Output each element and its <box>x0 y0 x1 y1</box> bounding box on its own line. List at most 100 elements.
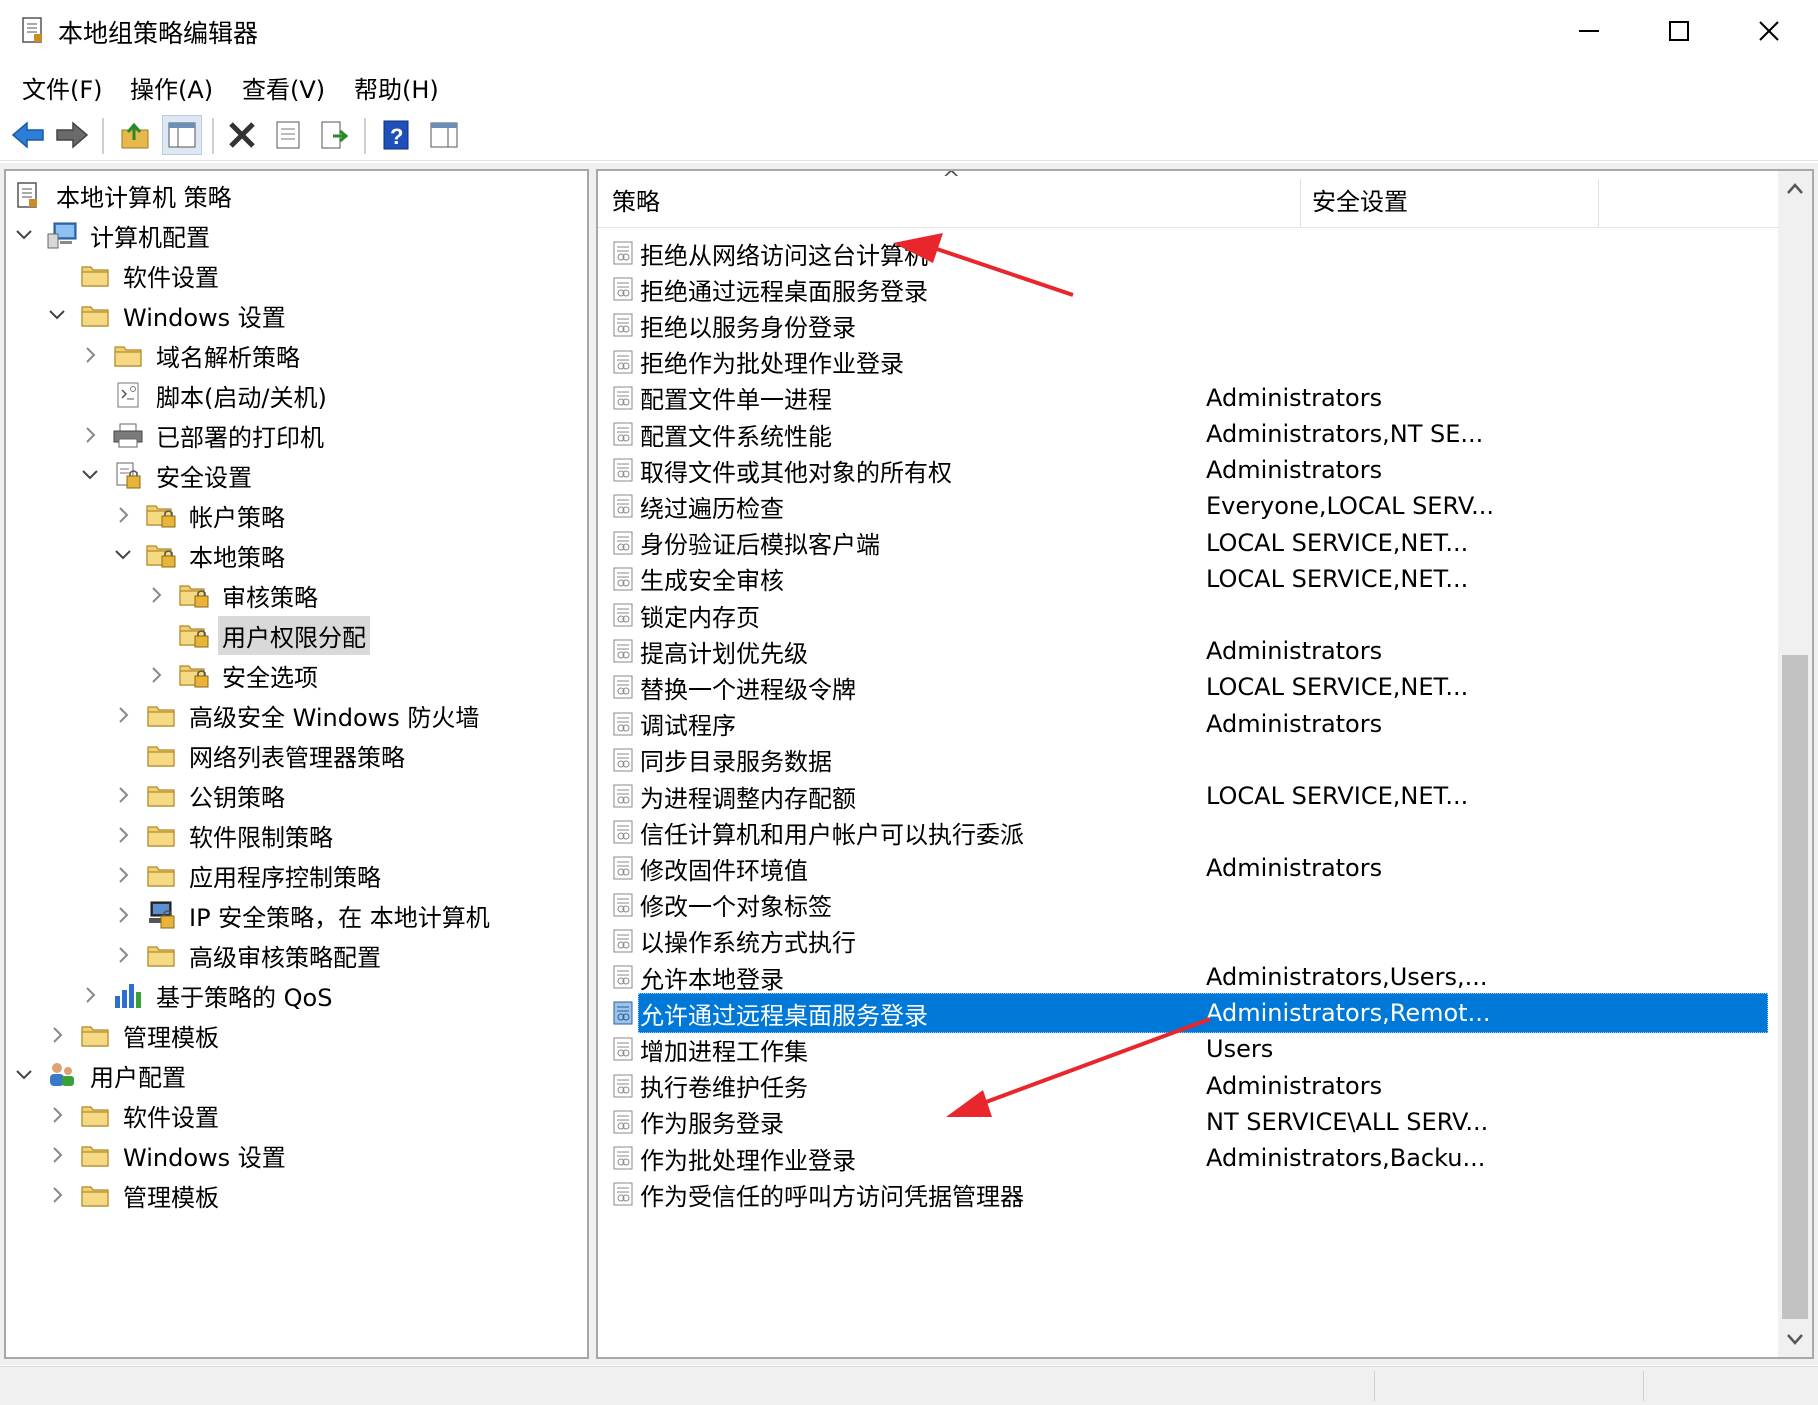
back-button[interactable] <box>8 115 48 155</box>
column-divider[interactable] <box>1300 179 1301 227</box>
policy-row[interactable]: 拒绝通过远程桌面服务登录 <box>606 269 1776 309</box>
tree-node[interactable]: 公钥策略 <box>111 775 289 815</box>
show-action-pane-button[interactable] <box>424 115 464 155</box>
collapsed-chevron-icon[interactable] <box>111 823 135 847</box>
policy-row[interactable]: 生成安全审核 LOCAL SERVICE,NET... <box>606 559 1776 599</box>
tree-node[interactable]: 管理模板 <box>45 1175 223 1215</box>
policy-row[interactable]: 取得文件或其他对象的所有权 Administrators <box>606 450 1776 490</box>
show-hide-console-tree-button[interactable] <box>162 115 202 155</box>
delete-button[interactable] <box>222 115 262 155</box>
column-divider[interactable] <box>1598 179 1599 227</box>
policy-row[interactable]: 作为服务登录 NT SERVICE\ALL SERV... <box>606 1102 1776 1142</box>
collapsed-chevron-icon[interactable] <box>45 1143 69 1167</box>
policy-row[interactable]: 调试程序 Administrators <box>606 704 1776 744</box>
collapsed-chevron-icon[interactable] <box>144 583 168 607</box>
collapsed-chevron-icon[interactable] <box>111 703 135 727</box>
tree-node[interactable]: 已部署的打印机 <box>78 415 328 455</box>
policy-row[interactable]: 允许本地登录 Administrators,Users,... <box>606 957 1776 997</box>
expanded-chevron-icon[interactable] <box>12 223 36 247</box>
tree-node[interactable]: 审核策略 <box>144 575 322 615</box>
tree-node[interactable]: 软件设置 <box>45 255 223 295</box>
scroll-up-icon[interactable] <box>1785 179 1805 199</box>
policy-list-pane[interactable]: 策略 ^ 安全设置 拒绝从网络访问这台计算机 拒绝通过远程桌面服务登录 拒绝以服务身… <box>596 169 1814 1359</box>
policy-row[interactable]: 以操作系统方式执行 <box>606 921 1776 961</box>
expanded-chevron-icon[interactable] <box>111 543 135 567</box>
policy-row[interactable]: 拒绝以服务身份登录 <box>606 305 1776 345</box>
help-button[interactable]: ? <box>376 115 416 155</box>
policy-row[interactable]: 配置文件系统性能 Administrators,NT SE... <box>606 414 1776 454</box>
expanded-chevron-icon[interactable] <box>45 303 69 327</box>
tree-node[interactable]: 软件限制策略 <box>111 815 337 855</box>
collapsed-chevron-icon[interactable] <box>45 1023 69 1047</box>
policy-row[interactable]: 提高计划优先级 Administrators <box>606 631 1776 671</box>
close-button[interactable] <box>1724 0 1814 62</box>
policy-row[interactable]: 作为批处理作业登录 Administrators,Backu... <box>606 1138 1776 1178</box>
collapsed-chevron-icon[interactable] <box>78 423 102 447</box>
scroll-thumb[interactable] <box>1782 655 1808 1319</box>
tree-node[interactable]: 软件设置 <box>45 1095 223 1135</box>
column-header-policy[interactable]: 策略 <box>612 171 660 227</box>
collapsed-chevron-icon[interactable] <box>111 503 135 527</box>
collapsed-chevron-icon[interactable] <box>144 663 168 687</box>
tree-node[interactable]: 脚本(启动/关机) <box>78 375 331 415</box>
collapsed-chevron-icon[interactable] <box>45 1183 69 1207</box>
up-one-level-button[interactable] <box>115 115 155 155</box>
collapsed-chevron-icon[interactable] <box>45 1103 69 1127</box>
properties-button[interactable] <box>268 115 308 155</box>
collapsed-chevron-icon[interactable] <box>111 943 135 967</box>
policy-row[interactable]: 身份验证后模拟客户端 LOCAL SERVICE,NET... <box>606 523 1776 563</box>
minimize-button[interactable] <box>1544 0 1634 62</box>
tree-node[interactable]: 帐户策略 <box>111 495 289 535</box>
policy-row[interactable]: 允许通过远程桌面服务登录 Administrators,Remot... <box>606 993 1776 1034</box>
tree-node[interactable]: 高级安全 Windows 防火墙 <box>111 695 483 735</box>
policy-row[interactable]: 绕过遍历检查 Everyone,LOCAL SERV... <box>606 486 1776 526</box>
expanded-chevron-icon[interactable] <box>12 1063 36 1087</box>
tree-node[interactable]: Windows 设置 <box>45 1135 290 1175</box>
vertical-scrollbar[interactable] <box>1778 171 1812 1357</box>
console-tree[interactable]: 本地计算机 策略 计算机配置 软件设置 Windows 设置 域名解析策略 脚本(启动/关… <box>4 169 589 1359</box>
policy-row[interactable]: 拒绝从网络访问这台计算机 <box>606 233 1776 273</box>
policy-row[interactable]: 信任计算机和用户帐户可以执行委派 <box>606 812 1776 852</box>
collapsed-chevron-icon[interactable] <box>78 343 102 367</box>
tree-node[interactable]: 应用程序控制策略 <box>111 855 385 895</box>
menu-action[interactable]: 操作(A) <box>130 70 213 105</box>
tree-node[interactable]: 计算机配置 <box>12 215 214 255</box>
policy-row[interactable]: 执行卷维护任务 Administrators <box>606 1066 1776 1106</box>
tree-node[interactable]: 基于策略的 QoS <box>78 975 336 1015</box>
collapsed-chevron-icon[interactable] <box>111 903 135 927</box>
tree-node[interactable]: 网络列表管理器策略 <box>111 735 409 775</box>
policy-row[interactable]: 同步目录服务数据 <box>606 740 1776 780</box>
scroll-down-icon[interactable] <box>1785 1329 1805 1349</box>
policy-row[interactable]: 锁定内存页 <box>606 595 1776 635</box>
policy-row[interactable]: 替换一个进程级令牌 LOCAL SERVICE,NET... <box>606 667 1776 707</box>
tree-node[interactable]: 管理模板 <box>45 1015 223 1055</box>
collapsed-chevron-icon[interactable] <box>111 783 135 807</box>
menu-help[interactable]: 帮助(H) <box>354 70 439 105</box>
policy-row[interactable]: 修改固件环境值 Administrators <box>606 848 1776 888</box>
column-header-security-setting[interactable]: 安全设置 <box>1312 171 1408 227</box>
tree-node[interactable]: IP 安全策略，在 本地计算机 <box>111 895 494 935</box>
tree-node[interactable]: 域名解析策略 <box>78 335 304 375</box>
collapsed-chevron-icon[interactable] <box>111 863 135 887</box>
policy-row[interactable]: 配置文件单一进程 Administrators <box>606 378 1776 418</box>
policy-row[interactable]: 拒绝作为批处理作业登录 <box>606 342 1776 382</box>
export-list-button[interactable] <box>314 115 354 155</box>
tree-node[interactable]: 高级审核策略配置 <box>111 935 385 975</box>
forward-button[interactable] <box>52 115 92 155</box>
menu-file[interactable]: 文件(F) <box>22 70 103 105</box>
menu-view[interactable]: 查看(V) <box>242 70 325 105</box>
tree-node[interactable]: 安全选项 <box>144 655 322 695</box>
policy-row[interactable]: 为进程调整内存配额 LOCAL SERVICE,NET... <box>606 776 1776 816</box>
tree-node[interactable]: 本地计算机 策略 <box>12 175 236 215</box>
policy-row[interactable]: 增加进程工作集 Users <box>606 1029 1776 1069</box>
tree-node[interactable]: 本地策略 <box>111 535 289 575</box>
tree-node[interactable]: Windows 设置 <box>45 295 290 335</box>
maximize-button[interactable] <box>1634 0 1724 62</box>
tree-node[interactable]: 用户权限分配 <box>144 615 370 655</box>
tree-node[interactable]: 用户配置 <box>12 1055 190 1095</box>
policy-row[interactable]: 作为受信任的呼叫方访问凭据管理器 <box>606 1174 1776 1214</box>
expanded-chevron-icon[interactable] <box>78 463 102 487</box>
collapsed-chevron-icon[interactable] <box>78 983 102 1007</box>
tree-node[interactable]: 安全设置 <box>78 455 256 495</box>
policy-row[interactable]: 修改一个对象标签 <box>606 885 1776 925</box>
